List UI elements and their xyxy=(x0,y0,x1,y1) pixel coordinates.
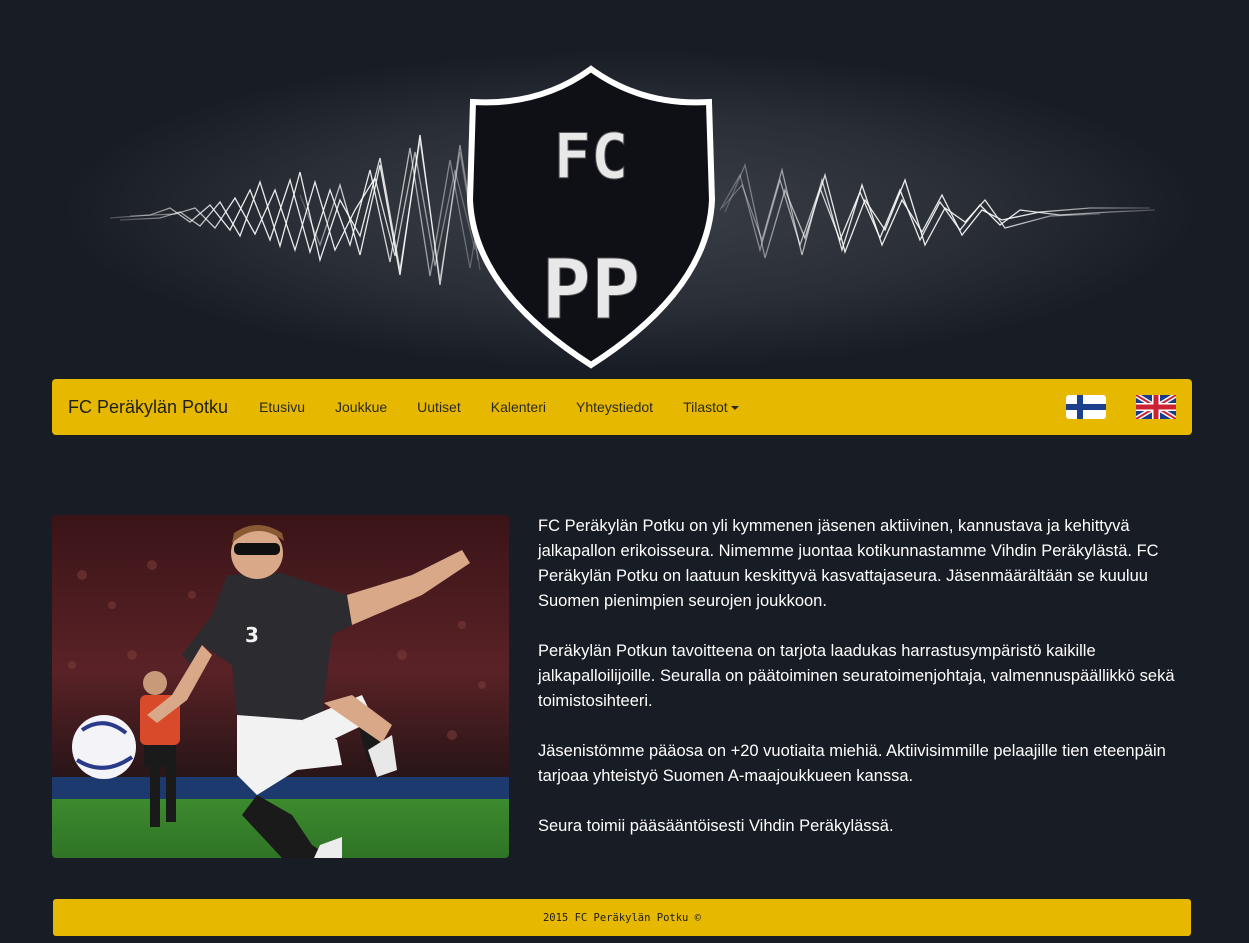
nav-item-label: Yhteystiedot xyxy=(576,399,654,415)
nav-item-label: Joukkue xyxy=(335,399,388,415)
nav-item-kalenteri[interactable]: Kalenteri xyxy=(476,399,561,415)
header-banner: FC PP xyxy=(60,40,1200,380)
player-photo: 3 xyxy=(52,515,509,858)
navbar-brand[interactable]: FC Peräkylän Potku xyxy=(68,397,228,418)
paragraph-location: Seura toimii pääsääntöisesti Vihdin Perä… xyxy=(538,817,894,835)
nav-item-label: Etusivu xyxy=(259,399,305,415)
paragraph-members: Jäsenistömme pääosa on +20 vuotiaita mie… xyxy=(538,742,1166,785)
paragraph-goal: Peräkylän Potkun tavoitteena on tarjota … xyxy=(538,642,1175,710)
nav-item-uutiset[interactable]: Uutiset xyxy=(402,399,476,415)
football-icon xyxy=(72,715,136,779)
page-footer: 2015 FC Peräkylän Potku © xyxy=(53,899,1191,936)
nav-item-tilastot-dropdown[interactable]: Tilastot xyxy=(668,399,754,415)
nav-item-etusivu[interactable]: Etusivu xyxy=(244,399,320,415)
club-description: FC Peräkylän Potku on yli kymmenen jäsen… xyxy=(538,514,1198,864)
main-navbar: FC Peräkylän Potku Etusivu Joukkue Uutis… xyxy=(52,379,1192,435)
finnish-flag-icon[interactable] xyxy=(1066,395,1106,419)
nav-item-label: Uutiset xyxy=(417,399,461,415)
nav-item-label: Tilastot xyxy=(683,399,728,415)
logo-fc-text: FC xyxy=(554,120,629,193)
club-logo-banner: FC PP xyxy=(60,50,1200,370)
language-switcher xyxy=(1066,395,1176,419)
logo-pp-text: PP xyxy=(542,243,641,338)
football-player-image: 3 xyxy=(52,515,509,858)
nav-item-joukkue[interactable]: Joukkue xyxy=(320,399,402,415)
nav-item-label: Kalenteri xyxy=(490,399,546,415)
jersey-number: 3 xyxy=(245,623,259,647)
paragraph-intro: FC Peräkylän Potku on yli kymmenen jäsen… xyxy=(538,517,1159,610)
caret-down-icon xyxy=(730,405,739,410)
uk-flag-icon[interactable] xyxy=(1136,395,1176,419)
footer-copyright: 2015 FC Peräkylän Potku © xyxy=(542,911,702,924)
nav-menu: Etusivu Joukkue Uutiset Kalenteri Yhteys… xyxy=(244,399,754,415)
nav-item-yhteystiedot[interactable]: Yhteystiedot xyxy=(561,399,668,415)
